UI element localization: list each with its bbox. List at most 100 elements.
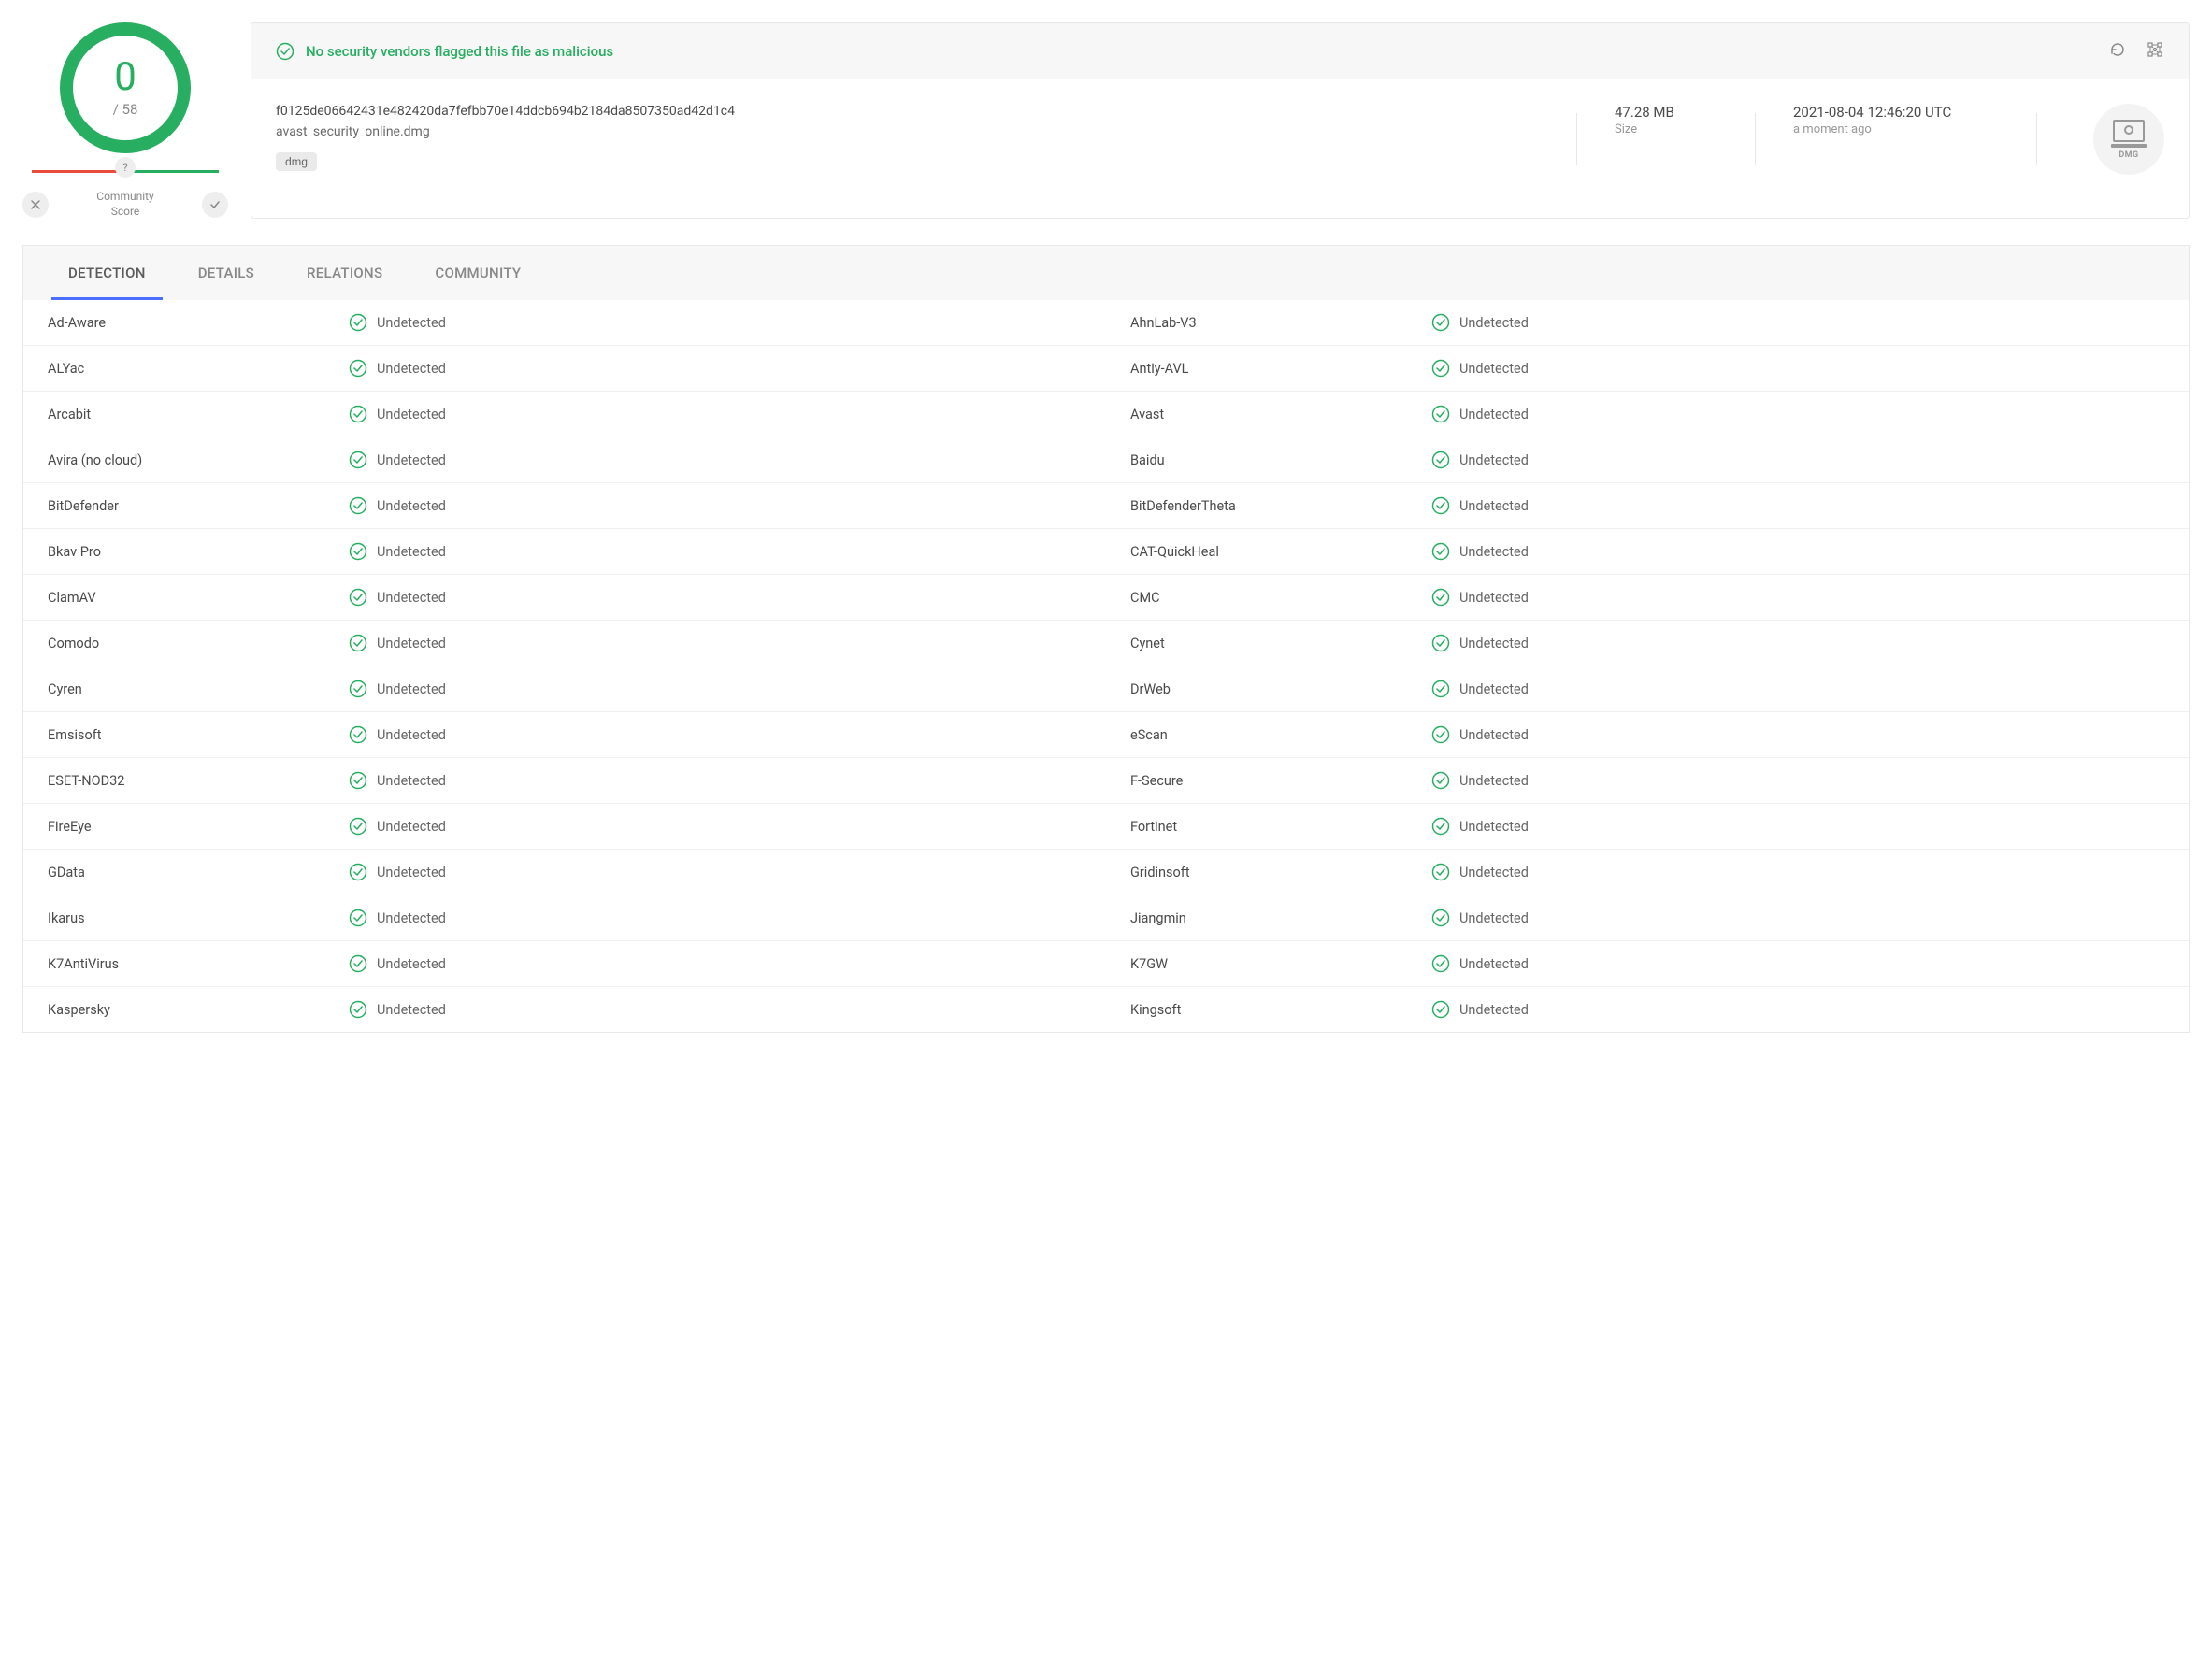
table-row: CyrenUndetectedDrWebUndetected [23,666,2189,712]
check-circle-icon [1431,634,1450,652]
check-circle-icon [349,771,367,790]
vendor-name: Avira (no cloud) [48,452,338,468]
status-bar: No security vendors flagged this file as… [251,23,2189,79]
detection-cell: FortinetUndetected [1106,804,2189,849]
check-circle-icon [349,680,367,698]
vendor-name: DrWeb [1130,681,1420,697]
table-row: IkarusUndetectedJiangminUndetected [23,895,2189,941]
divider [2036,113,2037,165]
check-circle-icon [1431,496,1450,515]
check-circle-icon [1431,359,1450,378]
check-circle-icon [349,1000,367,1019]
status-message: No security vendors flagged this file as… [306,43,613,60]
vendor-name: CMC [1130,590,1420,606]
vendor-name: Ad-Aware [48,315,338,331]
vendor-name: Arcabit [48,407,338,422]
table-row: FireEyeUndetectedFortinetUndetected [23,804,2189,850]
check-circle-icon [276,42,294,61]
vendor-name: ALYac [48,361,338,377]
table-row: EmsisoftUndetected eScan Undetected [23,712,2189,758]
community-gauge: ? [32,170,219,173]
detection-cell: AhnLab-V3Undetected [1106,300,2189,345]
detection-cell: Gridinsoft Undetected [1106,850,2189,895]
vendor-name: Kingsoft [1130,1002,1420,1018]
check-circle-icon [1431,451,1450,469]
check-icon[interactable] [202,192,228,218]
status-label: Undetected [1459,544,1529,560]
table-row: BitDefenderUndetectedBitDefenderThetaUnd… [23,483,2189,529]
detection-cell: CMC Undetected [1106,575,2189,620]
vendor-name: Ikarus [48,910,338,926]
detection-cell: K7GWUndetected [1106,941,2189,986]
reanalyze-icon[interactable] [2108,40,2127,63]
status-label: Undetected [377,636,446,651]
vendor-name: Jiangmin [1130,910,1420,926]
tab-detection[interactable]: DETECTION [42,246,172,300]
close-icon[interactable] [22,192,49,218]
table-row: Bkav ProUndetectedCAT-QuickHealUndetecte… [23,529,2189,575]
status-label: Undetected [1459,681,1529,697]
detection-cell: Avira (no cloud)Undetected [23,437,1106,482]
status-label: Undetected [1459,361,1529,377]
vendor-name: K7GW [1130,956,1420,972]
graph-icon[interactable] [2146,40,2164,63]
table-row: ArcabitUndetectedAvastUndetected [23,392,2189,437]
detection-cell: AvastUndetected [1106,392,2189,437]
check-circle-icon [349,954,367,973]
status-label: Undetected [1459,590,1529,606]
detection-cell: BaiduUndetected [1106,437,2189,482]
status-label: Undetected [1459,773,1529,789]
vendor-name: Kaspersky [48,1002,338,1018]
file-date-label: a moment ago [1793,122,1999,136]
check-circle-icon [349,634,367,652]
table-row: K7AntiVirusUndetectedK7GWUndetected [23,941,2189,987]
tab-relations[interactable]: RELATIONS [280,246,409,300]
status-label: Undetected [1459,315,1529,331]
status-label: Undetected [1459,727,1529,743]
vendor-name: Cynet [1130,636,1420,651]
vendor-name: CAT-QuickHeal [1130,544,1420,560]
detection-cell: EmsisoftUndetected [23,712,1106,757]
detection-cell: GData Undetected [23,850,1106,895]
status-label: Undetected [377,865,446,880]
detection-cell: ESET-NOD32Undetected [23,758,1106,803]
vendor-name: F-Secure [1130,773,1420,789]
status-label: Undetected [377,315,446,331]
check-circle-icon [349,725,367,744]
check-circle-icon [1431,863,1450,881]
check-circle-icon [349,863,367,881]
detection-cell: ArcabitUndetected [23,392,1106,437]
status-label: Undetected [1459,452,1529,468]
status-label: Undetected [1459,498,1529,514]
detection-cell: CynetUndetected [1106,621,2189,666]
file-date-value: 2021-08-04 12:46:20 UTC [1793,104,1999,121]
detection-cell: K7AntiVirusUndetected [23,941,1106,986]
vendor-name: Bkav Pro [48,544,338,560]
file-type-icon: DMG [2093,104,2164,175]
status-label: Undetected [377,590,446,606]
status-label: Undetected [377,727,446,743]
check-circle-icon [349,909,367,927]
status-label: Undetected [1459,865,1529,880]
gauge-marker: ? [115,157,136,178]
vendor-name: Gridinsoft [1130,865,1420,880]
check-circle-icon [1431,588,1450,607]
tab-community[interactable]: COMMUNITY [409,246,547,300]
check-circle-icon [1431,954,1450,973]
vendor-name: GData [48,865,338,880]
status-label: Undetected [377,956,446,972]
vendor-name: eScan [1130,727,1420,743]
vendor-name: Cyren [48,681,338,697]
detection-cell: KingsoftUndetected [1106,987,2189,1032]
check-circle-icon [1431,909,1450,927]
file-tag[interactable]: dmg [276,152,317,171]
divider [1576,113,1577,165]
vendor-name: Comodo [48,636,338,651]
table-row: KasperskyUndetectedKingsoftUndetected [23,987,2189,1032]
check-circle-icon [1431,405,1450,423]
detection-cell: BitDefenderUndetected [23,483,1106,528]
detection-cell: F-Secure Undetected [1106,758,2189,803]
check-circle-icon [349,313,367,332]
tab-details[interactable]: DETAILS [172,246,280,300]
status-label: Undetected [1459,819,1529,835]
